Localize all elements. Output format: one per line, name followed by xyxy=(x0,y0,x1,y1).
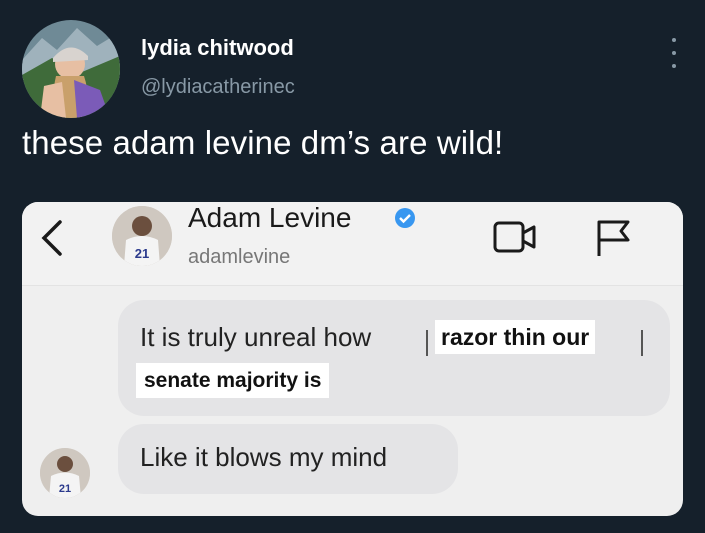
message-text: Like it blows my mind xyxy=(140,442,388,472)
chevron-left-icon xyxy=(38,218,64,263)
tweet-header: lydia chitwood @lydiacatherinec xyxy=(22,18,683,118)
dm-header: 21 Adam Levine adamlevine xyxy=(22,202,683,286)
contact-avatar-small: 21 xyxy=(40,448,90,498)
tweet-media-image[interactable]: 21 Adam Levine adamlevine It is truly un… xyxy=(22,202,683,516)
text-cut-mark xyxy=(641,330,643,356)
contact-name: Adam Levine xyxy=(188,202,352,233)
more-vertical-icon[interactable] xyxy=(669,38,679,68)
jersey-number: 21 xyxy=(135,246,149,261)
author-avatar[interactable] xyxy=(22,20,120,118)
contact-avatar: 21 xyxy=(112,206,172,266)
contact-handle: adamlevine xyxy=(188,246,291,268)
overlay-text-label: razor thin our xyxy=(435,320,596,354)
author-name[interactable]: lydia chitwood xyxy=(141,35,294,61)
author-handle[interactable]: @lydiacatherinec xyxy=(141,76,295,99)
message-bubble xyxy=(118,300,670,416)
overlay-text-label: senate majority is xyxy=(136,363,330,398)
tweet-text: these adam levine dm’s are wild! xyxy=(22,124,504,161)
text-cut-mark xyxy=(426,330,428,356)
jersey-number: 21 xyxy=(59,483,71,495)
flag-icon xyxy=(594,218,636,263)
video-call-icon xyxy=(492,220,540,259)
verified-badge-icon xyxy=(394,207,416,234)
message-text: It is truly unreal how xyxy=(140,322,372,352)
